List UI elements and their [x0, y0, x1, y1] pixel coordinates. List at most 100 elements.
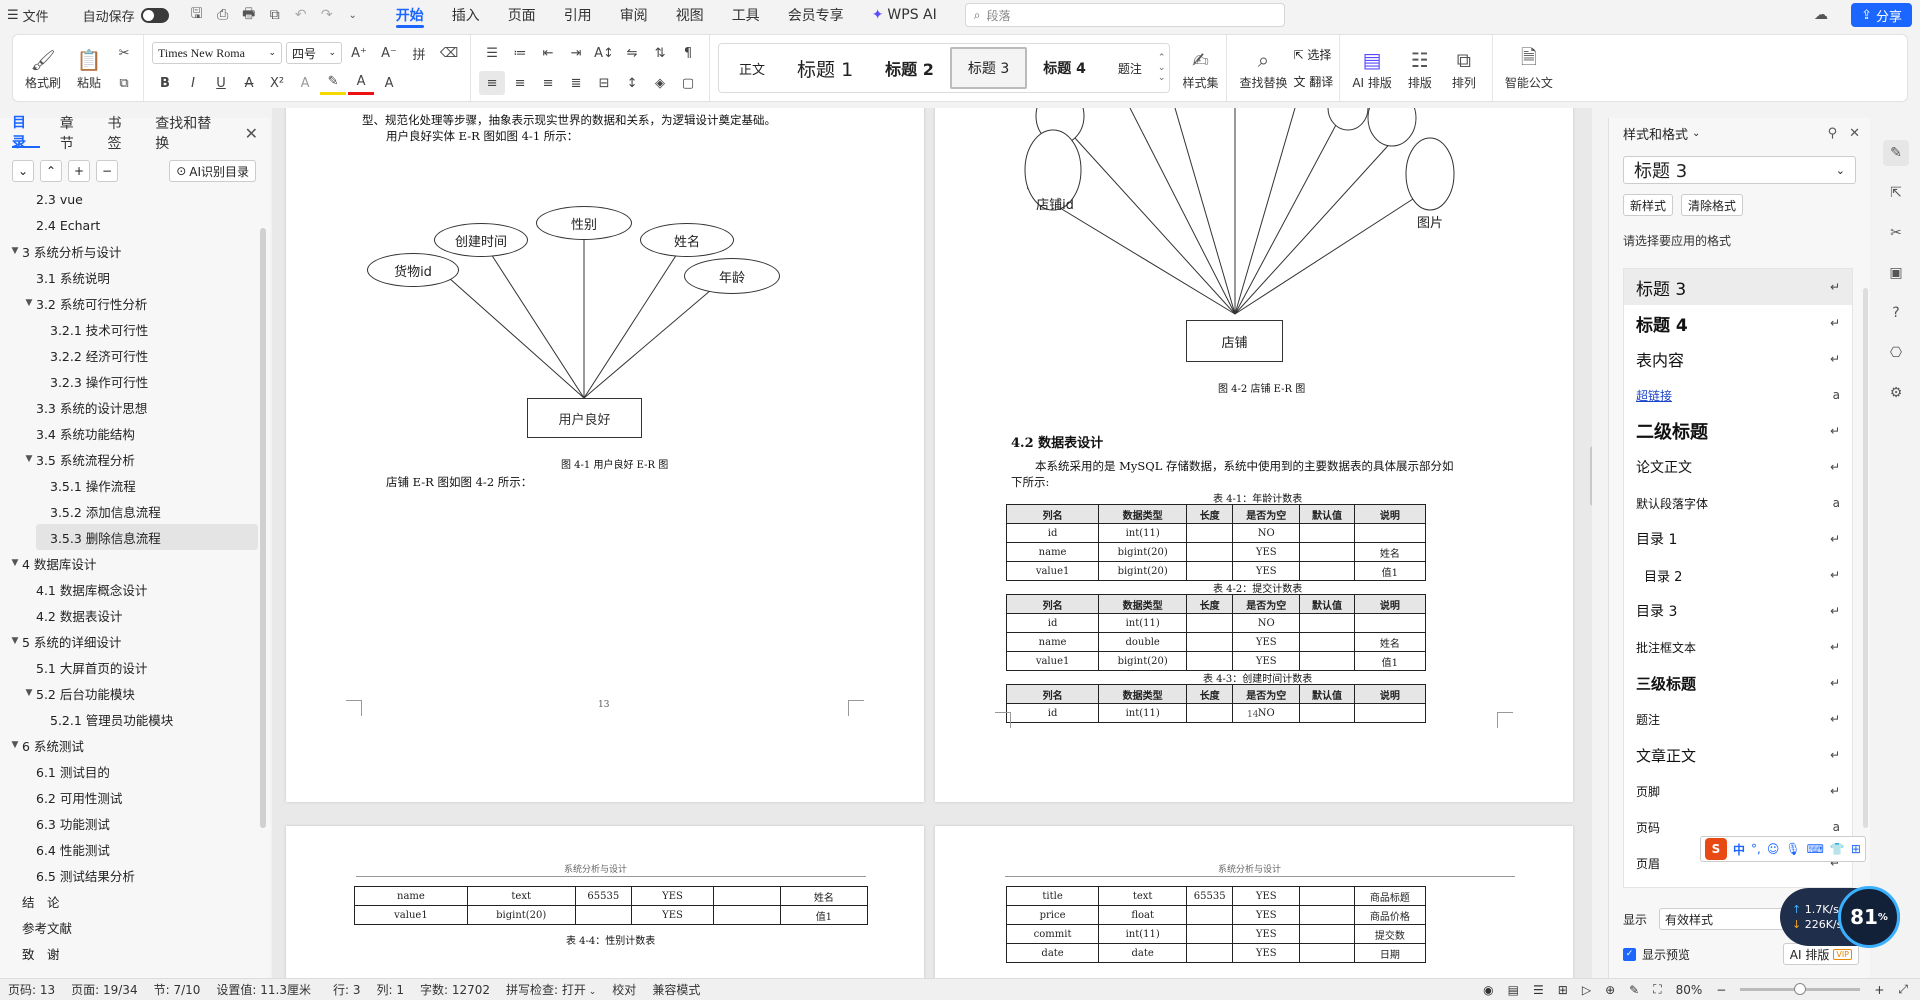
toc-item[interactable]: 5.2.1 管理员功能模块	[0, 706, 258, 732]
page-view-icon[interactable]: ▤	[1508, 983, 1519, 997]
zoom-out-icon[interactable]: −	[1716, 983, 1726, 997]
toc-item[interactable]: 4.2 数据表设计	[0, 602, 258, 628]
shrink-font-icon[interactable]: A⁻	[376, 41, 402, 65]
toc-item[interactable]: 2.4 Echart	[0, 212, 258, 238]
font-name-select[interactable]: Times New Roma ⌄	[152, 42, 283, 64]
style-item[interactable]: 文章正文 ↵	[1624, 737, 1852, 773]
toc-item[interactable]: 4.1 数据库概念设计	[0, 576, 258, 602]
eye-icon[interactable]: ◉	[1483, 983, 1493, 997]
search-input[interactable]: ⌕ 段落	[964, 3, 1285, 27]
style-item[interactable]: 论文正文 ↵	[1624, 449, 1852, 485]
style-item[interactable]: 二级标题 ↵	[1624, 413, 1852, 449]
cursor-icon[interactable]: ⇱	[1883, 180, 1909, 206]
char-scale-icon[interactable]: A↕	[591, 41, 617, 65]
smart-doc-button[interactable]: 🗎 智能公文	[1499, 38, 1559, 98]
status-setting[interactable]: 设置值: 11.3厘米	[208, 981, 319, 998]
bold-icon[interactable]: B	[152, 71, 178, 95]
style-item[interactable]: 题注 ↵	[1624, 701, 1852, 737]
save-icon[interactable]: 🖫	[184, 0, 210, 30]
chevron-down-icon[interactable]: ⌄	[1692, 128, 1700, 139]
tab-bookmarks[interactable]: 书签	[108, 116, 136, 152]
toc-expand-icon[interactable]: ▼	[22, 688, 36, 698]
tab-member[interactable]: 会员专享	[774, 0, 858, 30]
collapse-icon[interactable]: ⌃	[40, 160, 62, 182]
toc-item[interactable]: 3.5.3 删除信息流程	[36, 524, 258, 550]
distributed-icon[interactable]: ⊟	[591, 71, 617, 95]
style-caption[interactable]: 题注	[1102, 47, 1158, 89]
style-item[interactable]: 超链接 a	[1624, 377, 1852, 413]
tab-wps-ai[interactable]: ✦ WPS AI	[858, 0, 951, 30]
highlight-icon[interactable]: ✎	[320, 71, 347, 95]
add-icon[interactable]: +	[68, 160, 90, 182]
toc-item[interactable]: 3.4 系统功能结构	[0, 420, 258, 446]
play-icon[interactable]: ▷	[1582, 983, 1591, 997]
sort-icon[interactable]: ⇅	[647, 41, 673, 65]
clear-format-icon[interactable]: ⌫	[436, 41, 462, 65]
select-button[interactable]: ⇱ 选择	[1293, 46, 1333, 63]
web-view-icon[interactable]: ☰	[1533, 983, 1544, 997]
redo-icon[interactable]: ↷	[314, 0, 340, 30]
style-heading-4[interactable]: 标题 4	[1027, 47, 1102, 89]
toc-item[interactable]: 6.3 功能测试	[0, 810, 258, 836]
style-item[interactable]: 表内容 ↵	[1624, 341, 1852, 377]
zoom-slider[interactable]	[1740, 983, 1861, 995]
autosave-toggle[interactable]	[140, 7, 169, 23]
style-item[interactable]: 默认段落字体 a	[1624, 485, 1852, 521]
toc-expand-icon[interactable]: ▼	[8, 740, 22, 750]
pen-icon[interactable]: ✎	[1629, 983, 1639, 997]
tab-insert[interactable]: 插入	[438, 0, 494, 30]
style-heading-2[interactable]: 标题 2	[869, 47, 950, 89]
expand-icon[interactable]: ⌄	[12, 160, 34, 182]
gallery-scroll[interactable]: ⌃ ⌄ ⌄	[1158, 53, 1166, 83]
toc-item[interactable]: 6.4 性能测试	[0, 836, 258, 862]
style-item[interactable]: 三级标题 ↵	[1624, 665, 1852, 701]
justify-icon[interactable]: ≣	[563, 71, 589, 95]
toc-item[interactable]: 3.2.1 技术可行性	[0, 316, 258, 342]
style-list-scrollbar[interactable]	[1863, 288, 1868, 828]
status-row[interactable]: 行: 3	[325, 981, 369, 998]
toc-expand-icon[interactable]: ▼	[8, 636, 22, 646]
print-preview-icon[interactable]: ⧉	[262, 0, 288, 30]
toc-item[interactable]: 参考文献	[0, 914, 258, 940]
print-icon[interactable]: 🖶	[236, 0, 262, 30]
font-size-select[interactable]: 四号 ⌄	[286, 42, 343, 64]
globe-icon[interactable]: ⊕	[1605, 983, 1615, 997]
style-item[interactable]: 目录 1 ↵	[1624, 521, 1852, 557]
status-spellcheck[interactable]: 拼写检查: 打开 ⌄	[498, 981, 604, 998]
toc-scrollbar[interactable]	[260, 228, 266, 828]
cloud-icon[interactable]: ☁	[1808, 0, 1834, 30]
style-item[interactable]: 目录 3 ↵	[1624, 593, 1852, 629]
share-button[interactable]: ⇪ 分享	[1851, 3, 1912, 27]
toc-item[interactable]: 6.5 测试结果分析	[0, 862, 258, 888]
status-proof[interactable]: 校对	[604, 981, 644, 998]
network-speed-widget[interactable]: ↑ 1.7K/s ↓ 226K/s 81%	[1780, 886, 1900, 948]
close-icon[interactable]: ✕	[1849, 126, 1860, 141]
chinese-layout-icon[interactable]: ⇋	[619, 41, 645, 65]
align-center-icon[interactable]: ≡	[507, 71, 533, 95]
clear-format-button[interactable]: 清除格式	[1681, 194, 1744, 216]
border-icon[interactable]: ▢	[675, 71, 701, 95]
tab-find-replace[interactable]: 查找和替换	[155, 116, 224, 152]
status-page[interactable]: 页面: 19/34	[63, 981, 145, 998]
zoom-level[interactable]: 80%	[1676, 983, 1703, 997]
format-painter-button[interactable]: 🖌 格式刷	[19, 38, 67, 98]
toc-item[interactable]: 3.2.3 操作可行性	[0, 368, 258, 394]
text-effect-icon[interactable]: A	[292, 71, 318, 95]
toc-item[interactable]: ▼ 6 系统测试	[0, 732, 258, 758]
help-icon[interactable]: ?	[1883, 300, 1909, 326]
superscript-icon[interactable]: X²	[264, 71, 290, 95]
chevron-down-icon[interactable]: ⌄	[340, 0, 366, 30]
font-color-icon[interactable]: A	[348, 71, 375, 95]
tab-chapters[interactable]: 章节	[60, 116, 88, 152]
italic-icon[interactable]: I	[180, 71, 206, 95]
pin-icon[interactable]: ⚲	[1828, 126, 1838, 141]
tab-page[interactable]: 页面	[494, 0, 550, 30]
fullscreen-icon[interactable]: ⤢	[1898, 982, 1908, 997]
style-item[interactable]: 批注框文本 ↵	[1624, 629, 1852, 665]
toc-item[interactable]: 6.1 测试目的	[0, 758, 258, 784]
paste-button[interactable]: 📋 粘贴	[67, 38, 111, 98]
show-marks-icon[interactable]: ¶	[675, 41, 701, 65]
toc-item[interactable]: ▼ 3.5 系统流程分析	[0, 446, 258, 472]
share-link-icon[interactable]: ⎔	[1883, 340, 1909, 366]
status-col[interactable]: 列: 1	[368, 981, 412, 998]
